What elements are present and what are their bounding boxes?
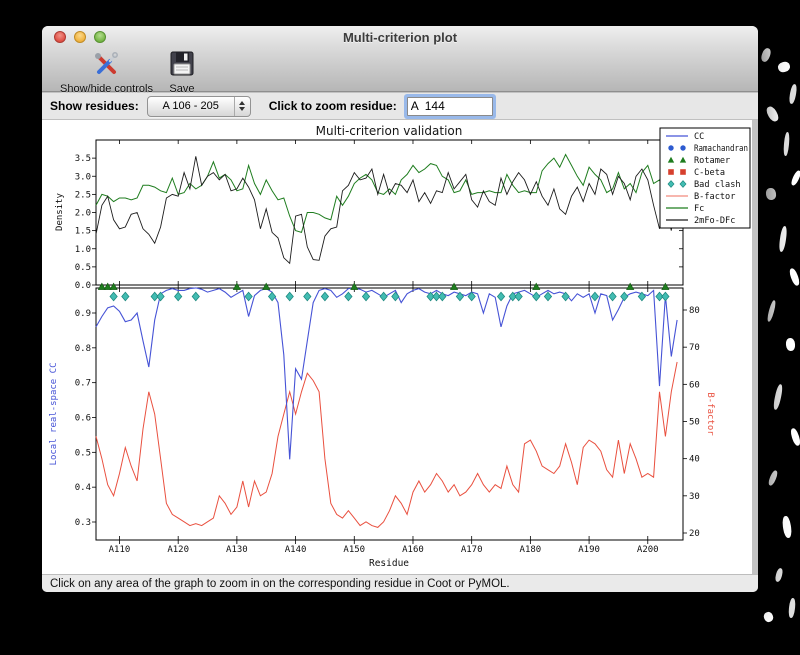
axis-tick-label: 40 [689,455,700,465]
bfactor-axis-label: B-factor [705,392,715,436]
legend-label: C-beta [694,168,725,178]
axis-tick-label: 0.4 [75,483,91,493]
dropdown-stepper-icon [233,96,250,116]
axis-tick-label: 20 [689,529,700,539]
axis-tick-label: A110 [109,545,131,555]
cc-bfactor-plot-area[interactable] [95,287,684,541]
titlebar: Multi-criterion plot [42,26,758,48]
axis-tick-label: 0.0 [75,281,91,291]
axis-tick-label: 50 [689,417,700,427]
controls-row: Show residues: A 106 - 205 Click to zoom… [42,93,758,120]
axis-tick-label: A130 [226,545,248,555]
noise-artifact [764,104,781,124]
axis-tick-label: 70 [689,343,700,353]
density-plot-area[interactable] [95,139,684,286]
noise-artifact [778,225,788,253]
legend-label: Rotamer [694,156,730,166]
axis-tick-label: 60 [689,380,700,390]
window-title: Multi-criterion plot [342,30,458,45]
noise-artifact [788,267,800,287]
noise-artifact [787,597,797,619]
axis-tick-label: 0.7 [75,379,91,389]
noise-artifact [767,469,779,487]
show-residues-value: A 106 - 205 [162,100,219,112]
axis-tick-label: 30 [689,492,700,502]
zoom-residue-label: Click to zoom residue: [268,99,397,113]
axis-tick-label: 1.0 [75,245,91,255]
density-axis-label: Density [55,192,65,231]
status-text: Click on any area of the graph to zoom i… [50,577,510,590]
save-button[interactable]: Save [161,48,203,95]
show-residues-label: Show residues: [50,99,139,113]
noise-artifact [759,47,773,63]
axis-tick-label: A160 [402,545,424,555]
legend-swatch-Ramachandran [680,145,686,151]
axis-tick-label: 0.5 [75,263,91,273]
noise-artifact [772,383,784,411]
axis-tick-label: 0.6 [75,413,91,423]
axis-tick-label: A180 [520,545,542,555]
legend-label: 2mFo-DFc [694,216,735,226]
figure-area: Multi-criterion validation A110 A120 A130 A1… [42,120,752,574]
axis-tick-label: 0.9 [75,309,91,319]
legend-swatch-Ramachandran [668,145,674,151]
noise-artifact [766,299,777,323]
zoom-residue-input[interactable] [406,96,493,116]
noise-artifact [765,187,777,201]
axis-tick-label: 2.5 [75,190,91,200]
multi-criterion-plot[interactable]: Multi-criterion validation A110 A120 A130 A1… [42,120,752,574]
legend-swatch-C-beta [668,169,674,175]
noise-artifact [789,427,800,447]
axis-tick-label: 2.0 [75,209,91,219]
axis-tick-label: A120 [167,545,189,555]
x-axis-label: Residue [369,558,409,569]
show-hide-controls-button[interactable]: Show/hide controls [52,48,161,95]
axis-tick-label: 3.5 [75,154,91,164]
axis-tick-label: 1.5 [75,227,91,237]
legend-label: Ramachandran [694,144,748,154]
noise-artifact [774,567,784,583]
save-icon [169,50,195,82]
axis-tick-label: 0.5 [75,448,91,458]
noise-artifact [788,83,798,105]
axis-tick-label: 80 [689,306,700,316]
axis-tick-label: A170 [461,545,483,555]
show-hide-controls-icon [91,50,121,82]
axis-tick-label: A200 [637,545,659,555]
legend-label: Bad clash [694,180,741,190]
status-bar: Click on any area of the graph to zoom i… [42,574,758,592]
axis-tick-label: 0.8 [75,344,91,354]
legend-box [659,127,751,229]
noise-artifact [789,169,800,187]
axis-tick-label: A140 [285,545,307,555]
legend-swatch-C-beta [680,169,686,175]
app-window: Multi-criterion plot Show/hide controls [42,26,758,592]
axis-tick-label: 3.0 [75,172,91,182]
plot-title: Multi-criterion validation [316,124,463,138]
axis-tick-label: A150 [343,545,365,555]
noise-artifact [781,515,793,539]
cc-axis-label: Local real-space CC [49,363,59,466]
show-residues-dropdown[interactable]: A 106 - 205 [146,95,251,117]
noise-artifact [776,60,792,74]
legend-label: Fc [694,204,704,214]
noise-artifact [782,131,791,157]
toolbar: Show/hide controls Save [42,48,758,95]
axis-tick-label: A190 [578,545,600,555]
noise-artifact [785,337,796,352]
axis-tick-label: 0.3 [75,518,91,528]
legend-label: CC [694,132,704,142]
noise-artifact [762,610,775,624]
legend-label: B-factor [694,192,735,202]
